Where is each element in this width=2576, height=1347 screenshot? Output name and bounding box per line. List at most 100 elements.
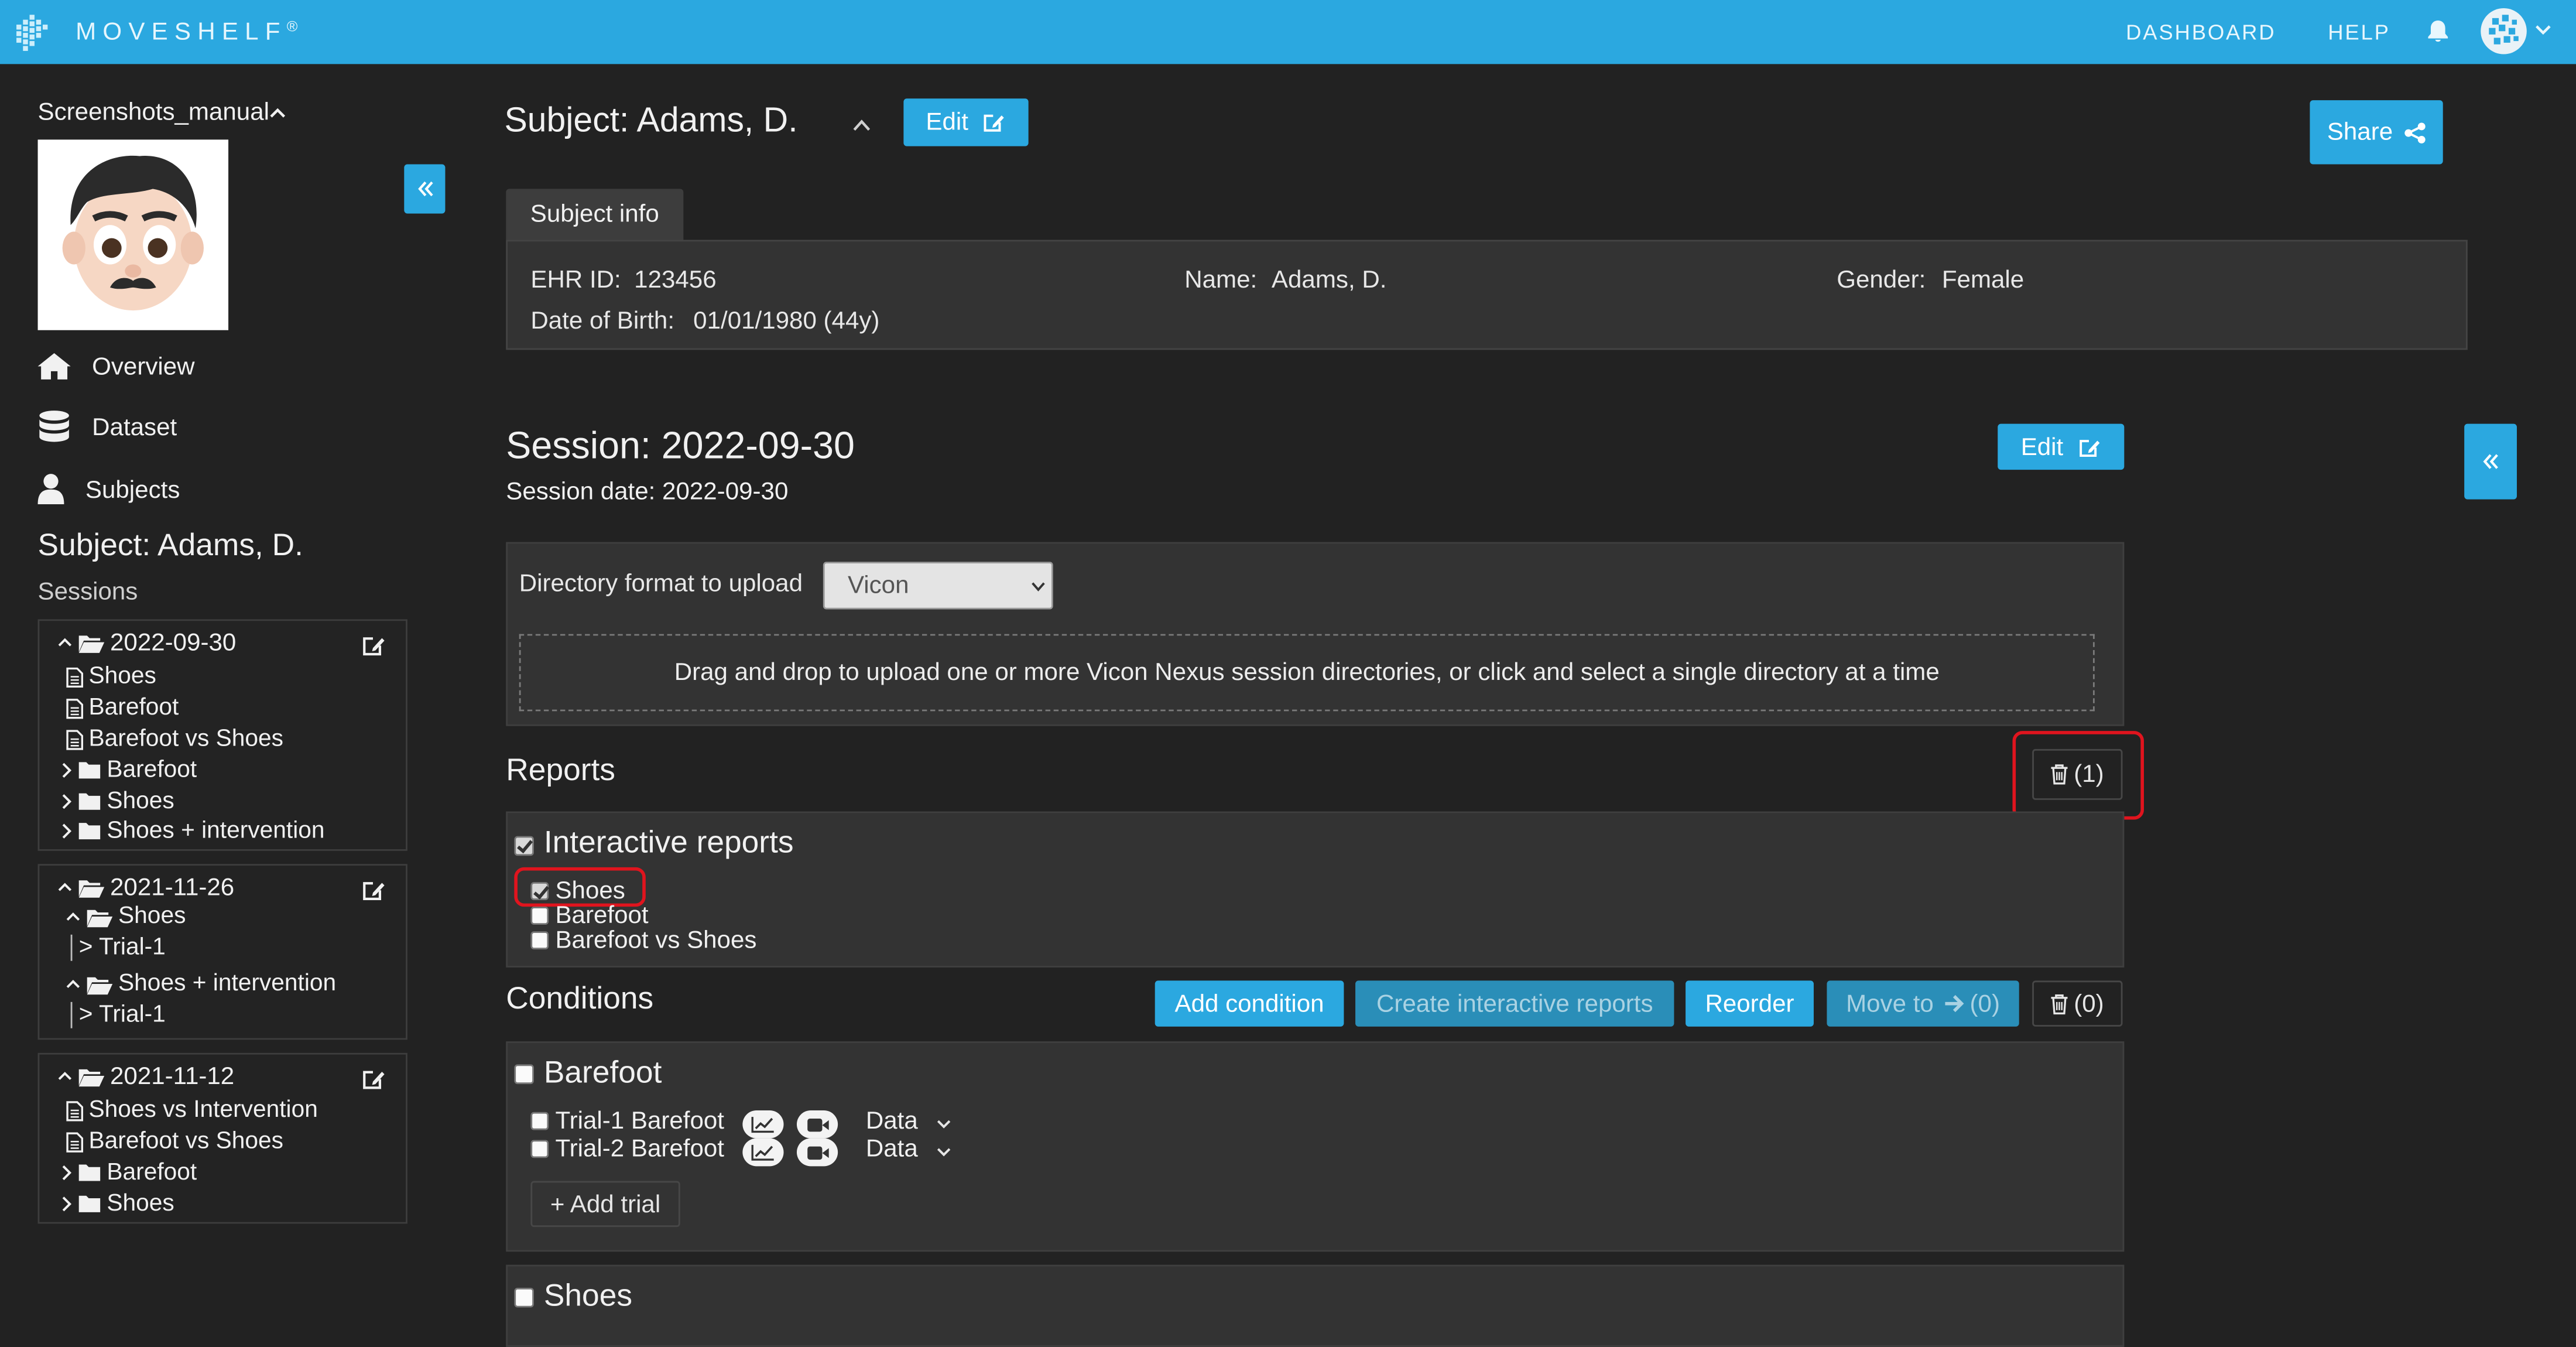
trial-data-dropdown[interactable]: Data: [866, 1135, 918, 1163]
reorder-button[interactable]: Reorder: [1686, 980, 1814, 1027]
delete-reports-button[interactable]: (1): [2032, 748, 2123, 800]
report-label[interactable]: Barefoot vs Shoes: [555, 927, 756, 955]
chart-view-button[interactable]: [742, 1138, 784, 1167]
line-chart-icon: [751, 1144, 774, 1161]
tab-subject-info[interactable]: Subject info: [506, 189, 684, 240]
condition-folder-item[interactable]: Shoes + intervention: [61, 818, 325, 845]
share-icon: [2403, 122, 2425, 143]
edit-icon[interactable]: [360, 633, 386, 659]
interactive-reports-label: Interactive reports: [543, 826, 794, 861]
sidebar-item-subjects[interactable]: Subjects: [36, 470, 180, 509]
file-icon: [66, 1100, 83, 1121]
condition-folder-item[interactable]: Shoes: [61, 1191, 174, 1217]
edit-icon[interactable]: [360, 1066, 386, 1092]
name-label: Name:: [1184, 266, 1258, 295]
brand-name[interactable]: MOVESHELF®: [76, 18, 297, 46]
chevron-up-icon[interactable]: [268, 104, 287, 124]
report-checkbox[interactable]: [530, 907, 549, 925]
chevron-down-icon[interactable]: [935, 1115, 953, 1133]
report-label[interactable]: Shoes: [555, 877, 625, 905]
condition-checkbox[interactable]: [514, 1287, 534, 1308]
trial-item[interactable]: > Trial-1: [70, 1001, 166, 1028]
nav-dashboard-link[interactable]: DASHBOARD: [2126, 20, 2276, 45]
chart-view-button[interactable]: [742, 1110, 784, 1139]
session-node[interactable]: 2022-09-30: [57, 629, 236, 657]
chevron-up-icon: [58, 883, 72, 891]
collapse-sidebar-button[interactable]: [404, 164, 446, 214]
report-label[interactable]: Barefoot: [555, 902, 648, 930]
video-view-button[interactable]: [796, 1110, 838, 1139]
move-to-button[interactable]: Move to (0): [1827, 980, 2019, 1027]
line-chart-icon: [751, 1117, 774, 1133]
sidebar-item-overview[interactable]: Overview: [36, 347, 195, 386]
chevron-up-icon[interactable]: [851, 115, 872, 135]
trial-checkbox[interactable]: [530, 1112, 549, 1130]
add-trial-button[interactable]: + Add trial: [530, 1181, 680, 1228]
double-chevron-left-icon: [2483, 454, 2498, 469]
add-condition-button[interactable]: Add condition: [1155, 980, 1344, 1027]
share-button[interactable]: Share: [2310, 100, 2443, 165]
arrow-right-icon: [1945, 995, 1964, 1013]
trial-item[interactable]: > Trial-1: [70, 934, 166, 961]
video-view-button[interactable]: [796, 1138, 838, 1167]
moveshelf-logo-icon[interactable]: [13, 12, 52, 54]
trial-name[interactable]: Trial-1 Barefoot: [555, 1107, 724, 1135]
report-file-item[interactable]: Shoes: [66, 664, 156, 690]
condition-folder-item[interactable]: Shoes: [66, 904, 186, 929]
subject-title: Subject: Adams, D.: [504, 101, 798, 140]
edit-session-button[interactable]: Edit: [1998, 423, 2125, 470]
edit-subject-button[interactable]: Edit: [903, 98, 1029, 146]
user-avatar-icon[interactable]: [2481, 8, 2527, 54]
report-file-item[interactable]: Barefoot: [66, 695, 179, 721]
session-tree-2021-11-26: 2021-11-26 Shoes > Trial-1 Shoes + inter…: [37, 864, 407, 1040]
condition-name: Shoes: [543, 1279, 633, 1314]
session-date: Session date: 2022-09-30: [506, 478, 789, 506]
chevron-up-icon: [66, 979, 80, 987]
collapse-right-panel-button[interactable]: [2464, 423, 2517, 500]
folder-icon: [78, 823, 101, 840]
nav-help-link[interactable]: HELP: [2328, 20, 2390, 45]
folder-open-icon: [87, 909, 113, 927]
file-icon: [66, 729, 83, 750]
interactive-reports-checkbox[interactable]: [514, 836, 534, 856]
delete-conditions-button[interactable]: (0): [2032, 980, 2123, 1027]
ehr-value: 123456: [634, 266, 717, 295]
folder-open-icon: [78, 880, 105, 898]
condition-name: Barefoot: [543, 1056, 662, 1091]
upload-dropzone[interactable]: Drag and drop to upload one or more Vico…: [519, 634, 2095, 712]
folder-icon: [78, 1164, 101, 1181]
folder-icon: [78, 793, 101, 810]
report-checkbox[interactable]: [530, 931, 549, 950]
chevron-right-icon: [62, 763, 72, 778]
condition-checkbox[interactable]: [514, 1064, 534, 1085]
condition-folder-item[interactable]: Barefoot: [61, 1160, 197, 1186]
chevron-down-icon[interactable]: [2533, 20, 2553, 40]
user-icon: [37, 474, 64, 505]
condition-folder-item[interactable]: Shoes + intervention: [66, 971, 336, 997]
database-icon: [39, 411, 69, 442]
trial-data-dropdown[interactable]: Data: [866, 1107, 918, 1135]
report-file-item[interactable]: Barefoot vs Shoes: [66, 1129, 283, 1155]
sidebar-item-dataset[interactable]: Dataset: [36, 408, 177, 447]
trial-checkbox[interactable]: [530, 1140, 549, 1158]
chevron-up-icon: [58, 1072, 72, 1081]
upload-format-select[interactable]: Vicon: [823, 562, 1053, 610]
project-name[interactable]: Screenshots_manual: [38, 98, 269, 127]
condition-folder-item[interactable]: Shoes: [61, 788, 174, 815]
report-checkbox[interactable]: [530, 882, 549, 900]
dob-label: Date of Birth:: [530, 307, 675, 336]
report-file-item[interactable]: Barefoot vs Shoes: [66, 726, 283, 753]
condition-folder-item[interactable]: Barefoot: [61, 757, 197, 784]
double-chevron-left-icon: [417, 181, 433, 197]
bell-icon[interactable]: [2425, 18, 2451, 45]
chevron-down-icon[interactable]: [935, 1143, 953, 1161]
session-node[interactable]: 2021-11-12: [57, 1063, 234, 1090]
folder-open-icon: [87, 976, 113, 994]
report-file-item[interactable]: Shoes vs Intervention: [66, 1098, 318, 1123]
trial-name[interactable]: Trial-2 Barefoot: [555, 1135, 724, 1163]
session-node[interactable]: 2021-11-26: [57, 874, 234, 902]
conditions-heading: Conditions: [506, 982, 654, 1017]
sidebar-item-label: Dataset: [92, 413, 177, 442]
create-interactive-reports-button[interactable]: Create interactive reports: [1355, 980, 1674, 1027]
edit-icon[interactable]: [360, 877, 386, 904]
